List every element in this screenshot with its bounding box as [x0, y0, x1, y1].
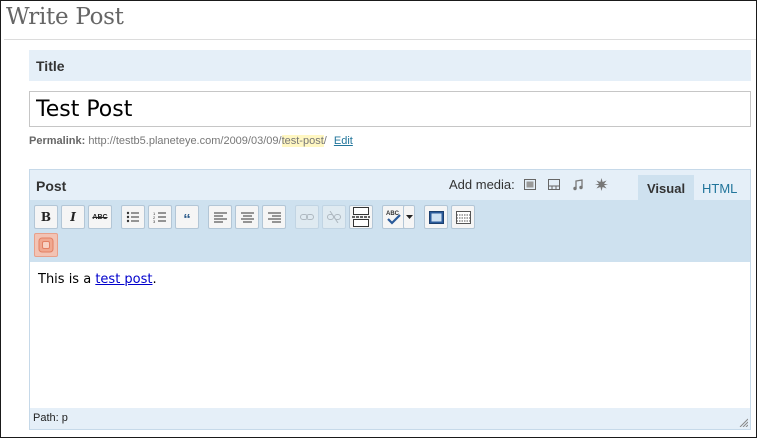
fullscreen-button[interactable] — [424, 205, 448, 229]
tab-visual[interactable]: Visual — [638, 175, 695, 200]
post-body-link[interactable]: test post — [95, 272, 152, 287]
spellcheck-icon: ABC — [386, 211, 401, 225]
bullet-list-icon — [126, 211, 139, 223]
media-icon[interactable] — [595, 178, 609, 192]
special-plugin-icon — [38, 237, 54, 253]
path-bar: Path: p — [30, 408, 750, 429]
permalink-slug[interactable]: test-post — [281, 135, 324, 147]
chevron-down-icon — [405, 215, 413, 219]
unlink-icon — [327, 211, 341, 223]
bold-button[interactable]: B — [34, 205, 58, 229]
align-left-button[interactable] — [208, 205, 232, 229]
permalink-label: Permalink: — [29, 135, 86, 147]
italic-icon: I — [70, 210, 76, 224]
permalink: Permalink: http://testb5.planeteye.com/2… — [29, 135, 353, 147]
permalink-trailing-slash: / — [323, 135, 327, 147]
post-panel-header: Post Add media: Visual HTML — [30, 170, 750, 200]
link-button[interactable] — [295, 205, 319, 229]
permalink-base-url: http://testb5.planeteye.com/2009/03/09/ — [88, 135, 282, 147]
numbered-list-icon: 123 — [153, 211, 166, 223]
image-icon[interactable] — [523, 178, 537, 192]
post-content-editor[interactable]: This is a test post. — [30, 262, 750, 408]
link-icon — [300, 214, 314, 220]
resize-grip-icon[interactable] — [738, 417, 748, 427]
svg-text:3: 3 — [153, 219, 156, 223]
kitchen-sink-icon — [455, 210, 471, 224]
tab-html[interactable]: HTML — [693, 175, 746, 200]
blockquote-icon: “ — [183, 210, 191, 228]
special-plugin-button[interactable] — [34, 233, 58, 257]
post-text-before: This is a — [38, 272, 96, 287]
bullet-list-button[interactable] — [121, 205, 145, 229]
add-media: Add media: — [449, 177, 609, 192]
title-input[interactable] — [29, 91, 751, 127]
fullscreen-icon — [428, 210, 444, 224]
title-label: Title — [36, 58, 65, 74]
page-title: Write Post — [6, 4, 124, 30]
toolbar-row-1: B I ABC 123 “ ABC — [34, 205, 478, 229]
strikethrough-button[interactable]: ABC — [88, 205, 112, 229]
toolbar-row-2 — [34, 233, 61, 257]
blockquote-button[interactable]: “ — [175, 205, 199, 229]
title-divider — [4, 39, 756, 40]
strikethrough-icon: ABC — [92, 213, 108, 221]
editor-toolbar: B I ABC 123 “ ABC — [30, 200, 750, 262]
post-text-after: . — [152, 272, 157, 287]
kitchen-sink-button[interactable] — [451, 205, 475, 229]
numbered-list-button[interactable]: 123 — [148, 205, 172, 229]
align-center-icon — [240, 212, 254, 222]
post-label: Post — [36, 178, 67, 194]
post-body-text: This is a test post. — [38, 272, 157, 287]
unlink-button[interactable] — [322, 205, 346, 229]
video-icon[interactable] — [547, 178, 561, 192]
align-left-icon — [213, 212, 227, 222]
post-editor-panel: Post Add media: Visual HTML B I ABC 1 2 … — [29, 169, 751, 430]
audio-icon[interactable] — [571, 178, 585, 192]
permalink-edit-link[interactable]: Edit — [334, 135, 353, 147]
italic-button[interactable]: I — [61, 205, 85, 229]
align-right-icon — [267, 212, 281, 222]
align-center-button[interactable] — [235, 205, 259, 229]
spellcheck-language-dropdown[interactable] — [403, 205, 415, 229]
more-tag-button[interactable] — [349, 205, 373, 229]
add-media-label: Add media: — [449, 177, 515, 192]
path-text: Path: p — [33, 412, 68, 424]
align-right-button[interactable] — [262, 205, 286, 229]
title-panel-header: Title — [29, 50, 751, 81]
bold-icon: B — [40, 210, 52, 224]
more-tag-icon — [352, 207, 370, 227]
media-icons — [523, 178, 609, 192]
